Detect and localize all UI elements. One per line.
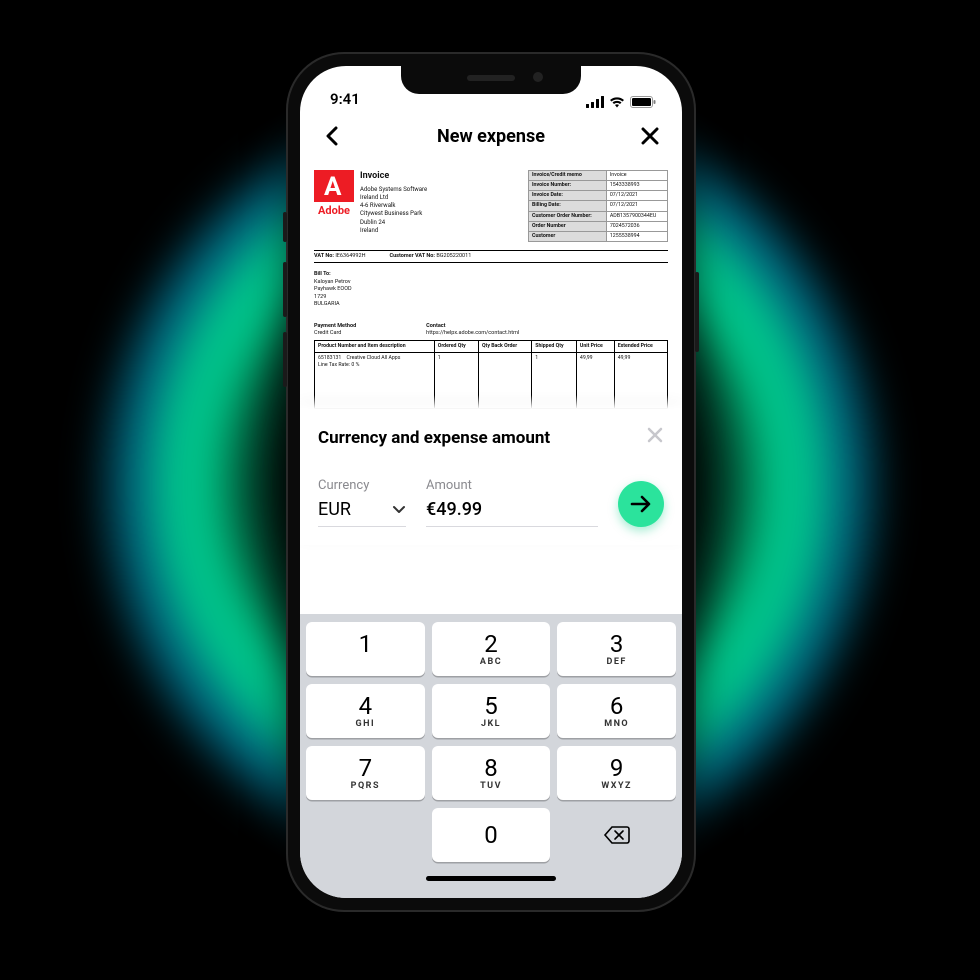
page-title: New expense (437, 126, 545, 147)
backspace-icon (603, 825, 631, 845)
adobe-logo: A Adobe (314, 170, 354, 242)
notch (401, 66, 581, 94)
currency-select[interactable]: EUR (318, 499, 406, 527)
key-3[interactable]: 3DEF (557, 622, 676, 676)
invoice-title: Invoice (360, 170, 427, 182)
close-button[interactable] (636, 122, 664, 150)
amount-value: €49.99 (426, 499, 482, 520)
next-button[interactable] (618, 481, 664, 527)
amount-label: Amount (426, 478, 598, 493)
key-backspace[interactable] (557, 808, 676, 862)
invoice-meta-table: Invoice/Credit memoInvoice Invoice Numbe… (528, 170, 668, 242)
vat-row: VAT No: IE6364992H Customer VAT No: BG20… (314, 250, 668, 263)
screen: 9:41 New expense (300, 66, 682, 898)
adobe-word: Adobe (314, 204, 354, 219)
bill-to: Bill To: Kaloyan Petrov Payhawk EOOD 172… (314, 271, 668, 308)
home-indicator[interactable] (306, 870, 676, 896)
invoice-preview[interactable]: A Adobe Invoice Adobe Systems Software I… (306, 162, 676, 409)
sheet-close-button[interactable] (646, 425, 664, 450)
key-8[interactable]: 8TUV (432, 746, 551, 800)
key-4[interactable]: 4GHI (306, 684, 425, 738)
amount-input[interactable]: €49.99 (426, 499, 598, 527)
key-2[interactable]: 2ABC (432, 622, 551, 676)
invoice-header: Invoice Adobe Systems Software Ireland L… (360, 170, 427, 242)
battery-icon (630, 96, 656, 108)
key-9[interactable]: 9WXYZ (557, 746, 676, 800)
key-5[interactable]: 5JKL (432, 684, 551, 738)
payment-row: Payment MethodCredit Card Contacthttps:/… (314, 323, 668, 338)
nav-bar: New expense (300, 112, 682, 160)
wifi-icon (609, 96, 625, 108)
currency-label: Currency (318, 478, 406, 493)
key-1[interactable]: 1 (306, 622, 425, 676)
sheet-title: Currency and expense amount (318, 428, 550, 448)
currency-value: EUR (318, 499, 351, 520)
phone-frame: 9:41 New expense (286, 52, 696, 912)
cellular-signal-icon (586, 96, 604, 108)
key-blank (306, 808, 425, 862)
status-time: 9:41 (330, 90, 360, 108)
back-button[interactable] (318, 122, 346, 150)
key-0[interactable]: 0 (432, 808, 551, 862)
key-6[interactable]: 6MNO (557, 684, 676, 738)
chevron-down-icon (392, 500, 406, 519)
numeric-keypad: 1 2ABC 3DEF 4GHI 5JKL 6MNO 7PQRS 8TUV 9W… (300, 614, 682, 898)
key-7[interactable]: 7PQRS (306, 746, 425, 800)
amount-sheet: Currency and expense amount Currency EUR (300, 409, 682, 545)
